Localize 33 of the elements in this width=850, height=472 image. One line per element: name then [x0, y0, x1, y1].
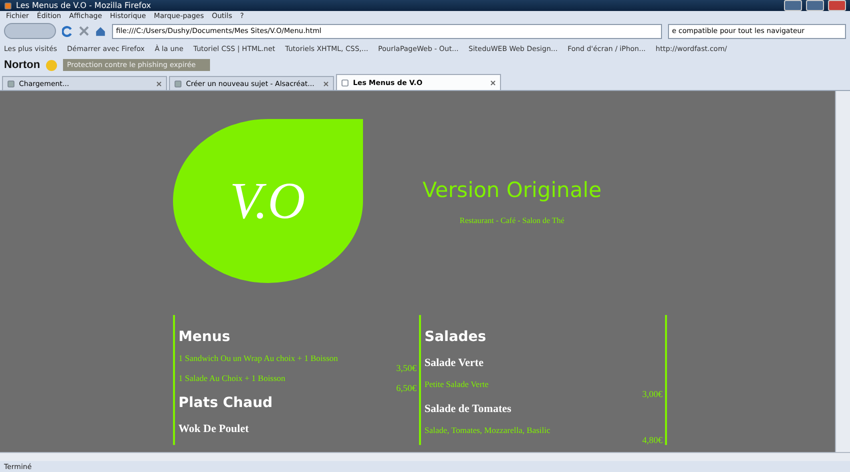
- price: 4,80€: [642, 435, 662, 445]
- site-title: Version Originale: [422, 178, 602, 202]
- section-heading: Menus: [178, 329, 232, 345]
- page-icon: [174, 80, 182, 88]
- price: 6,50€: [396, 383, 416, 393]
- page-icon: [7, 80, 15, 88]
- window-title: Les Menus de V.O - Mozilla Firefox: [16, 1, 152, 10]
- logo: V.O: [172, 119, 362, 283]
- close-icon[interactable]: [156, 80, 162, 86]
- dish-name: Wok De Poulet: [178, 423, 250, 435]
- warning-icon: [46, 60, 58, 70]
- close-button[interactable]: [828, 0, 846, 11]
- dish-description: Petite Salade Verte: [424, 379, 490, 389]
- app-icon: [4, 2, 12, 10]
- dish-description: 1 Sandwich Ou un Wrap Au choix + 1 Boisson: [178, 353, 339, 363]
- minimize-button[interactable]: [784, 0, 802, 11]
- dish-name: Salade de Tomates: [424, 403, 512, 415]
- home-icon[interactable]: [95, 26, 106, 36]
- site-subtitle: Restaurant - Café - Salon de Thé: [460, 216, 564, 224]
- dish-name: Salade Verte: [424, 357, 484, 369]
- page-icon: [341, 78, 349, 86]
- reload-icon[interactable]: [62, 26, 73, 36]
- section-heading: Plats Chaud: [178, 395, 274, 411]
- dish-description: Salade, Tomates, Mozzarella, Basilic: [424, 425, 552, 435]
- dish-description: 1 Salade Au Choix + 1 Boisson: [178, 373, 286, 383]
- price: 3,50€: [396, 363, 416, 373]
- close-icon[interactable]: [323, 80, 329, 86]
- close-icon[interactable]: [490, 80, 496, 86]
- stop-icon[interactable]: [79, 26, 89, 36]
- norton-logo: Norton: [4, 59, 40, 71]
- section-heading: Salades: [424, 329, 488, 345]
- price: 3,00€: [642, 389, 662, 399]
- maximize-button[interactable]: [806, 0, 824, 11]
